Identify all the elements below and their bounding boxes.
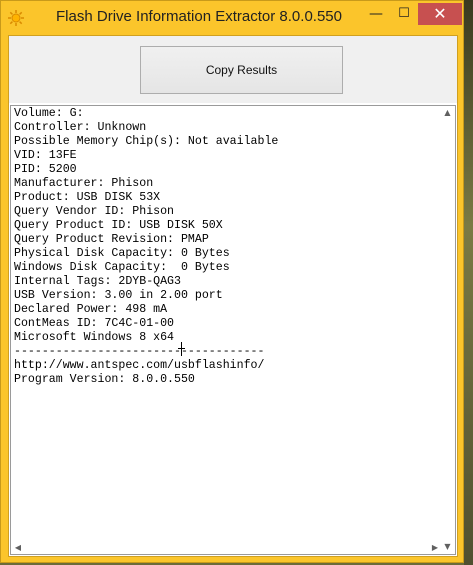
minimize-icon: — — [369, 6, 383, 22]
result-line: VID: 13FE — [14, 149, 77, 162]
close-icon: ✕ — [433, 4, 447, 23]
result-line: Product: USB DISK 53X — [14, 191, 161, 204]
results-text[interactable]: Volume: G: Controller: Unknown Possible … — [14, 107, 438, 551]
result-separator: ------------------------------------ — [14, 345, 265, 358]
result-line: Windows Disk Capacity: 0 Bytes — [14, 261, 230, 274]
scroll-left-icon[interactable]: ◀ — [11, 542, 25, 554]
result-line: USB Version: 3.00 in 2.00 port — [14, 289, 223, 302]
text-cursor — [181, 342, 182, 356]
result-line: Internal Tags: 2DYB-QAG3 — [14, 275, 181, 288]
vertical-scrollbar[interactable]: ▲ ▼ — [440, 106, 455, 554]
result-url: http://www.antspec.com/usbflashinfo/ — [14, 359, 265, 372]
horizontal-scrollbar[interactable]: ◀ ▶ — [11, 542, 442, 554]
result-line: Query Vendor ID: Phison — [14, 205, 175, 218]
result-line: Declared Power: 498 mA — [14, 303, 168, 316]
result-line: Possible Memory Chip(s): Not available — [14, 135, 279, 148]
result-line: Controller: Unknown — [14, 121, 147, 134]
result-line: Microsoft Windows 8 x64 — [14, 331, 175, 344]
app-window: Flash Drive Information Extractor 8.0.0.… — [0, 0, 464, 563]
result-line: Manufacturer: Phison — [14, 177, 154, 190]
result-line: PID: 5200 — [14, 163, 77, 176]
toolbar: Copy Results — [9, 36, 457, 103]
desktop-background — [464, 0, 473, 565]
scroll-right-icon[interactable]: ▶ — [428, 542, 442, 554]
maximize-icon: ☐ — [398, 6, 410, 21]
title-bar[interactable]: Flash Drive Information Extractor 8.0.0.… — [1, 1, 463, 35]
minimize-button[interactable]: — — [363, 3, 389, 25]
maximize-button[interactable]: ☐ — [391, 3, 417, 25]
client-area: Copy Results Volume: G: Controller: Unkn… — [8, 35, 458, 557]
copy-results-button[interactable]: Copy Results — [140, 46, 343, 94]
scroll-down-icon[interactable]: ▼ — [440, 540, 455, 554]
close-button[interactable]: ✕ — [418, 3, 462, 25]
result-line: Query Product ID: USB DISK 50X — [14, 219, 223, 232]
result-line: Volume: G: — [14, 107, 84, 120]
result-line: Query Product Revision: PMAP — [14, 233, 209, 246]
result-line: Program Version: 8.0.0.550 — [14, 373, 195, 386]
text-cursor-bar — [178, 348, 185, 349]
results-textarea[interactable]: Volume: G: Controller: Unknown Possible … — [10, 105, 456, 555]
result-line: Physical Disk Capacity: 0 Bytes — [14, 247, 230, 260]
scroll-up-icon[interactable]: ▲ — [440, 106, 455, 120]
window-title: Flash Drive Information Extractor 8.0.0.… — [56, 8, 342, 25]
result-line: ContMeas ID: 7C4C-01-00 — [14, 317, 175, 330]
